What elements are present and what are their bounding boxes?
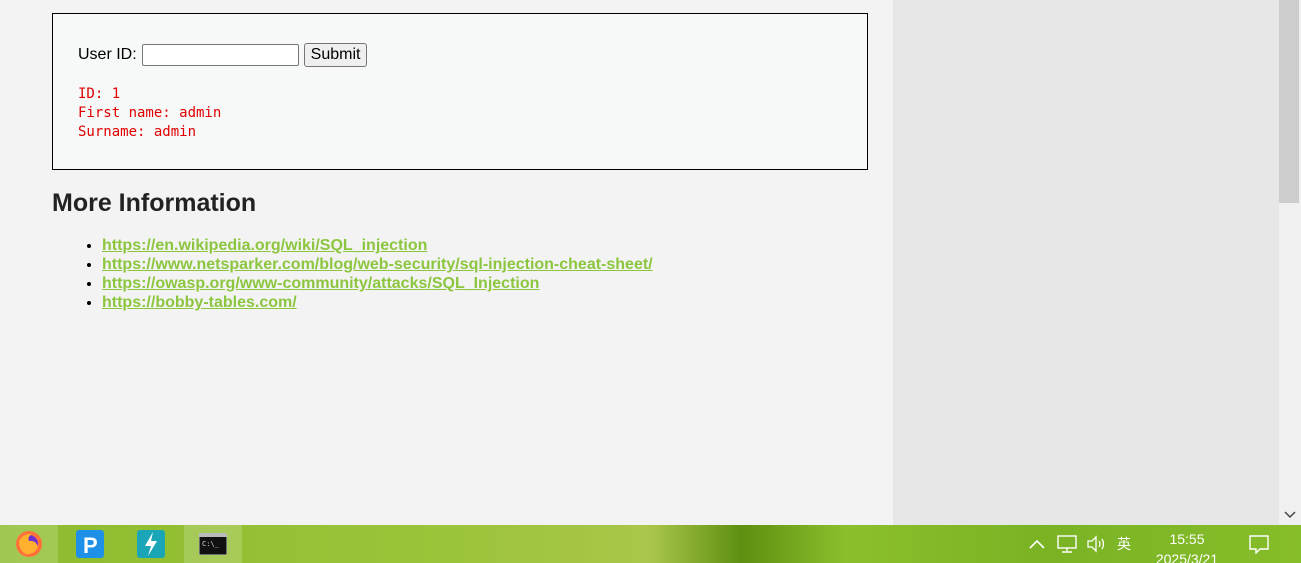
page-content: User ID: Submit ID: 1 First name: admin Su…	[0, 0, 893, 525]
user-id-input[interactable]	[141, 44, 299, 66]
side-panel	[893, 0, 1279, 525]
query-result: ID: 1 First name: admin Surname: admin	[78, 85, 221, 142]
reference-links-list: https://en.wikipedia.org/wiki/SQL_inject…	[52, 236, 653, 312]
notification-center-icon[interactable]	[1248, 525, 1270, 563]
link-owasp[interactable]: https://owasp.org/www-community/attacks/…	[102, 275, 539, 292]
submit-button[interactable]: Submit	[303, 43, 368, 67]
link-bobby-tables[interactable]: https://bobby-tables.com/	[102, 294, 297, 311]
list-item: https://owasp.org/www-community/attacks/…	[102, 274, 653, 293]
taskbar: P C:\_ 英 15:55 2025/3/21	[0, 525, 1301, 563]
p-app-icon[interactable]: P	[61, 525, 119, 563]
scrollbar-thumb[interactable]	[1279, 0, 1299, 203]
more-information-heading: More Information	[52, 189, 257, 217]
terminal-icon[interactable]: C:\_	[184, 525, 242, 563]
result-first-name-line: First name: admin	[78, 105, 222, 121]
vertical-scrollbar[interactable]	[1279, 0, 1301, 525]
link-netsparker[interactable]: https://www.netsparker.com/blog/web-secu…	[102, 256, 653, 273]
clock-time: 15:55	[1169, 531, 1205, 547]
list-item: https://www.netsparker.com/blog/web-secu…	[102, 255, 653, 274]
svg-text:P: P	[83, 533, 98, 558]
scroll-down-arrow-icon[interactable]	[1279, 505, 1301, 525]
result-id-line: ID: 1	[78, 86, 121, 102]
lightning-app-icon[interactable]	[122, 525, 180, 563]
user-id-label: User ID:	[78, 46, 137, 63]
taskbar-clock[interactable]: 15:55 2025/3/21	[1145, 529, 1229, 563]
input-method-indicator[interactable]: 英	[1117, 525, 1131, 563]
volume-icon[interactable]	[1086, 525, 1108, 563]
result-surname-line: Surname: admin	[78, 124, 197, 140]
link-wikipedia[interactable]: https://en.wikipedia.org/wiki/SQL_inject…	[102, 237, 427, 254]
show-hidden-icons-icon[interactable]	[1028, 525, 1046, 563]
clock-date: 2025/3/21	[1155, 551, 1219, 563]
sql-injection-form-box: User ID: Submit ID: 1 First name: admin Su…	[52, 13, 868, 170]
svg-text:C:\_: C:\_	[202, 540, 220, 548]
browser-viewport: User ID: Submit ID: 1 First name: admin Su…	[0, 0, 1301, 525]
user-id-form: User ID: Submit	[78, 43, 368, 67]
network-icon[interactable]	[1056, 525, 1078, 563]
list-item: https://en.wikipedia.org/wiki/SQL_inject…	[102, 236, 653, 255]
list-item: https://bobby-tables.com/	[102, 293, 653, 312]
firefox-icon[interactable]	[0, 525, 58, 563]
